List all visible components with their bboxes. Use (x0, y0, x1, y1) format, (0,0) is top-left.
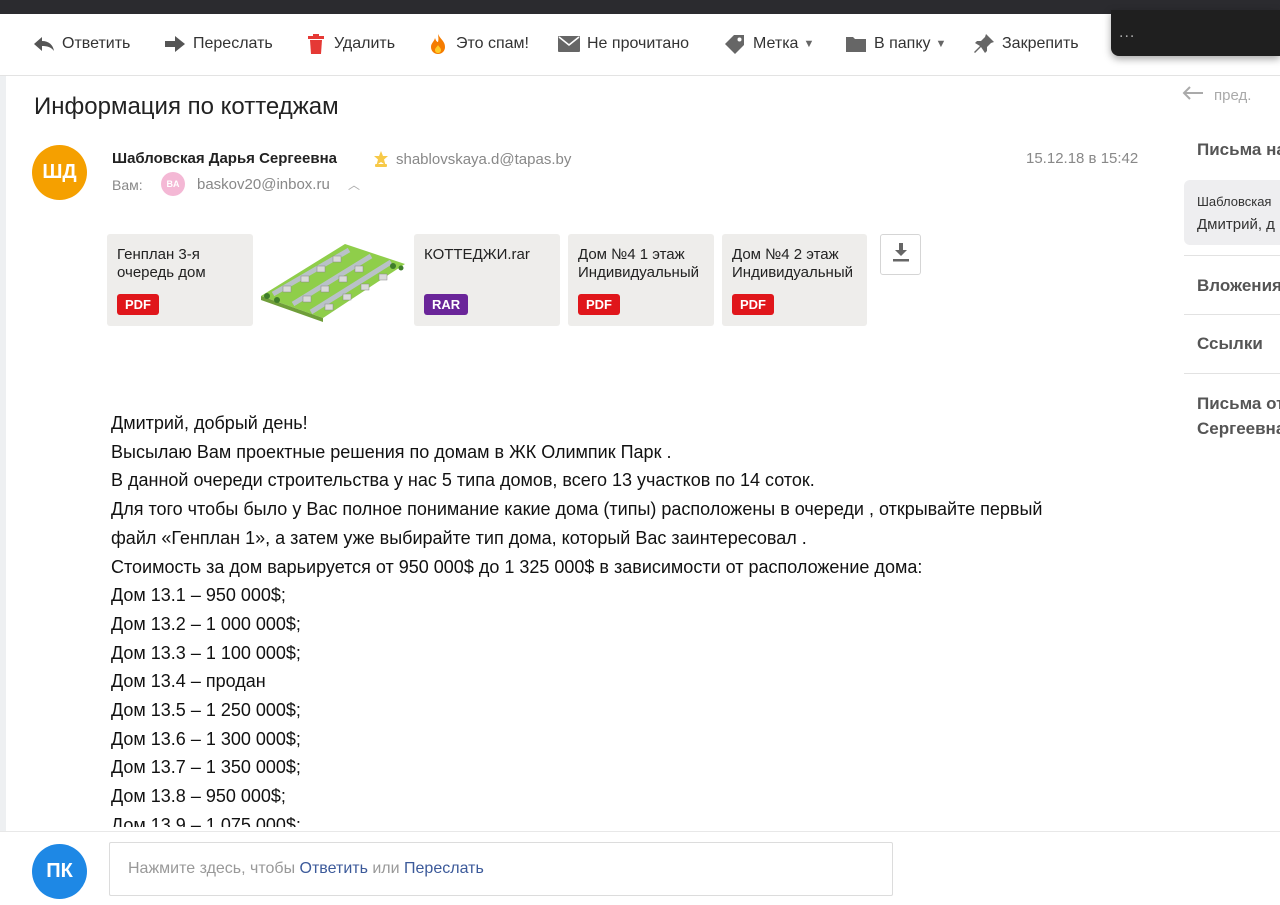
fire-icon (426, 33, 450, 55)
prev-label: пред. (1214, 86, 1252, 104)
thread-card-preview: Дмитрий, д (1197, 216, 1275, 233)
message-date: 15.12.18 в 15:42 (1026, 150, 1139, 167)
recipient-label: Вам: (112, 177, 143, 193)
attachment-item[interactable]: КОТТЕДЖИ.rar RAR (414, 234, 560, 326)
previous-message-link[interactable]: пред. (1182, 86, 1251, 104)
attachment-item[interactable]: Дом №4 1 этаж Индивидуальный проект PDF (568, 234, 714, 326)
quick-reply-input[interactable]: Нажмите здесь, чтобы Ответить или Пересл… (109, 842, 893, 896)
sidebar-attachments-link[interactable]: Вложения (1197, 273, 1280, 298)
body-line: Дом 13.6 – 1 300 000$; (111, 728, 301, 749)
body-line: Дом 13.3 – 1 100 000$; (111, 642, 301, 663)
attachment-name: Дом №4 2 этаж Индивидуальный проект (732, 246, 853, 281)
message-body: Дмитрий, добрый день! Высылаю Вам проект… (111, 409, 1131, 827)
reply-prompt-prefix: Нажмите здесь, чтобы (128, 860, 300, 877)
attachment-name: Дом №4 1 этаж Индивидуальный проект (578, 246, 699, 281)
from-sender-line1: Письма от (1197, 394, 1280, 413)
arrow-left-icon (1182, 86, 1204, 104)
recipient-avatar: BA (161, 172, 185, 196)
more-label: ... (1119, 24, 1136, 41)
body-line: Дом 13.5 – 1 250 000$; (111, 700, 301, 721)
pin-label: Закрепить (1002, 35, 1079, 52)
delete-label: Удалить (334, 35, 396, 52)
sender-avatar[interactable]: ШД (32, 145, 87, 200)
forward-label: Переслать (193, 35, 273, 52)
forward-button[interactable]: Переслать (163, 32, 273, 56)
thread-message-card[interactable]: Шабловская Дмитрий, д (1184, 180, 1280, 245)
download-icon (892, 242, 910, 267)
attachment-name: Генплан 3-я очередь дом 13.1-13.14 (117, 246, 206, 281)
body-line: Дом 13.7 – 1 350 000$; (111, 757, 301, 778)
thread-card-sender: Шабловская (1197, 194, 1272, 209)
file-type-badge: PDF (732, 294, 774, 315)
from-sender-line2: Сергеевна (1197, 419, 1280, 438)
label-label: Метка (753, 35, 799, 52)
move-to-folder-dropdown[interactable]: В папку ▼ (844, 32, 946, 56)
reply-link[interactable]: Ответить (300, 860, 368, 877)
divider (1184, 373, 1280, 374)
body-line: Дом 13.8 – 950 000$; (111, 786, 286, 807)
chevron-up-icon[interactable]: ︿ (348, 176, 360, 193)
body-line: Дом 13.2 – 1 000 000$; (111, 613, 301, 634)
mark-unread-button[interactable]: Не прочитано (557, 32, 689, 56)
tag-icon (723, 33, 747, 55)
verified-sender-icon (372, 150, 390, 168)
sender-email[interactable]: shablovskaya.d@tapas.by (396, 151, 571, 168)
site-plan-thumbnail[interactable] (253, 234, 409, 326)
folder-icon (844, 33, 868, 55)
reply-icon (32, 33, 56, 55)
file-type-badge: RAR (424, 294, 469, 315)
reply-button[interactable]: Ответить (32, 32, 130, 56)
divider (1184, 255, 1280, 256)
trash-icon (304, 33, 328, 55)
recipient-email[interactable]: baskov20@inbox.ru (197, 176, 330, 193)
spam-button[interactable]: Это спам! (426, 32, 529, 56)
sidebar-from-sender-link[interactable]: Письма от Сергеевна (1197, 391, 1280, 441)
body-line: Высылаю Вам проектные решения по домам в… (111, 441, 672, 462)
body-line: Дом 13.1 – 950 000$; (111, 585, 286, 606)
quick-reply-bar: ПК Нажмите здесь, чтобы Ответить или Пер… (0, 831, 1280, 905)
left-edge-divider (0, 76, 6, 831)
body-line: файл «Генплан 1», а затем уже выбирайте … (111, 527, 807, 548)
delete-button[interactable]: Удалить (304, 32, 395, 56)
pin-icon (972, 33, 996, 55)
window-top-bar (0, 0, 1280, 14)
attachment-item[interactable]: Дом №4 2 этаж Индивидуальный проект PDF (722, 234, 867, 326)
label-dropdown[interactable]: Метка ▼ (723, 32, 814, 56)
reply-prompt-middle: или (367, 860, 405, 877)
thread-title: Письма на (1197, 140, 1280, 159)
file-type-badge: PDF (117, 294, 159, 315)
chevron-down-icon: ▼ (935, 38, 947, 50)
sidebar-links-link[interactable]: Ссылки (1197, 331, 1263, 356)
sender-name[interactable]: Шабловская Дарья Сергеевна (112, 150, 337, 167)
forward-link[interactable]: Переслать (404, 860, 484, 877)
body-line: Стоимость за дом варьируется от 950 000$… (111, 556, 923, 577)
attachment-item[interactable]: Генплан 3-я очередь дом 13.1-13.14 PDF (107, 234, 253, 326)
unread-label: Не прочитано (587, 35, 690, 52)
download-all-button[interactable] (880, 234, 921, 275)
body-line: Дмитрий, добрый день! (111, 413, 308, 433)
folder-label: В папку (874, 35, 931, 52)
message-subject: Информация по коттеджам (34, 93, 339, 120)
chevron-down-icon: ▼ (803, 38, 815, 50)
body-line: Для того чтобы было у Вас полное пониман… (111, 499, 1043, 520)
forward-icon (163, 33, 187, 55)
right-sidebar: пред. Письма на Шабловская Дмитрий, д Вл… (1172, 76, 1280, 831)
user-avatar[interactable]: ПК (32, 844, 87, 899)
body-line: Дом 13.9 – 1 075 000$; (111, 814, 301, 827)
reply-label: Ответить (62, 35, 131, 52)
body-line: Дом 13.4 – продан (111, 671, 266, 692)
pin-button[interactable]: Закрепить (972, 32, 1079, 56)
more-actions-popup[interactable]: ... (1111, 10, 1280, 56)
message-toolbar: Ответить Переслать Удалить Это спам! Не … (0, 14, 1280, 76)
envelope-icon (557, 33, 581, 55)
spam-label: Это спам! (456, 35, 529, 52)
divider (1184, 314, 1280, 315)
file-type-badge: PDF (578, 294, 620, 315)
attachment-name: КОТТЕДЖИ.rar (424, 246, 530, 263)
body-line: В данной очереди строительства у нас 5 т… (111, 470, 815, 491)
